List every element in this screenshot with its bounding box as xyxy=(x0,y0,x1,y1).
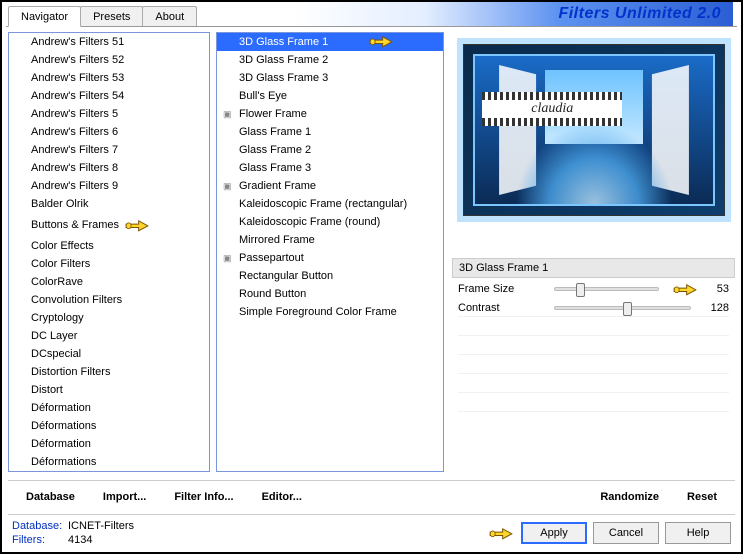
navigator-item[interactable]: DCspecial xyxy=(9,345,209,363)
toolbar-filter-info-button[interactable]: Filter Info... xyxy=(160,485,247,509)
filter-item[interactable]: 3D Glass Frame 3 xyxy=(217,69,443,87)
app-title: Filters Unlimited 2.0 xyxy=(293,2,733,26)
apply-button[interactable]: Apply xyxy=(521,522,587,544)
preview-image xyxy=(457,38,731,222)
filter-item[interactable]: Glass Frame 2 xyxy=(217,141,443,159)
toolbar-reset-button[interactable]: Reset xyxy=(673,485,731,509)
pointer-icon xyxy=(487,523,515,543)
status-filters-label: Filters: xyxy=(12,533,68,547)
navigator-item[interactable]: Déformation xyxy=(9,399,209,417)
tab-presets[interactable]: Presets xyxy=(80,6,143,26)
cancel-button[interactable]: Cancel xyxy=(593,522,659,544)
pointer-icon xyxy=(367,32,395,51)
navigator-item[interactable]: DC Layer xyxy=(9,327,209,345)
navigator-list[interactable]: Andrew's Filters 51Andrew's Filters 52An… xyxy=(8,32,210,472)
pointer-icon xyxy=(123,215,151,235)
filter-item[interactable]: Rectangular Button xyxy=(217,267,443,285)
navigator-item[interactable]: Balder Olrik xyxy=(9,195,209,213)
toolbar-database-button[interactable]: Database xyxy=(12,485,89,509)
navigator-item[interactable]: Déformation xyxy=(9,471,209,472)
navigator-item[interactable]: Andrew's Filters 51 xyxy=(9,33,209,51)
navigator-item[interactable]: Déformation xyxy=(9,435,209,453)
param-label: Contrast xyxy=(458,302,554,314)
navigator-item[interactable]: Déformations xyxy=(9,417,209,435)
navigator-item[interactable]: Color Effects xyxy=(9,237,209,255)
navigator-item[interactable]: Distortion Filters xyxy=(9,363,209,381)
param-label: Frame Size xyxy=(458,283,554,295)
navigator-item[interactable]: Andrew's Filters 6 xyxy=(9,123,209,141)
navigator-item[interactable]: Andrew's Filters 53 xyxy=(9,69,209,87)
toolbar-editor-button[interactable]: Editor... xyxy=(248,485,316,509)
param-value: 128 xyxy=(699,302,729,314)
filter-item[interactable]: Kaleidoscopic Frame (rectangular) xyxy=(217,195,443,213)
filter-item[interactable]: Kaleidoscopic Frame (round) xyxy=(217,213,443,231)
filter-item[interactable]: Simple Foreground Color Frame xyxy=(217,303,443,321)
filter-item[interactable]: 3D Glass Frame 1 xyxy=(217,33,443,51)
navigator-item[interactable]: Andrew's Filters 54 xyxy=(9,87,209,105)
navigator-item[interactable]: Convolution Filters xyxy=(9,291,209,309)
navigator-item[interactable]: Déformations xyxy=(9,453,209,471)
watermark: claudia xyxy=(407,92,698,126)
param-row: Frame Size 53 xyxy=(452,278,735,297)
navigator-item[interactable]: Andrew's Filters 9 xyxy=(9,177,209,195)
status-db-label: Database: xyxy=(12,519,68,533)
filter-item[interactable]: 3D Glass Frame 2 xyxy=(217,51,443,69)
navigator-item[interactable]: Andrew's Filters 52 xyxy=(9,51,209,69)
param-slider[interactable] xyxy=(554,287,659,291)
status-bar: Database:ICNET-Filters Filters:4134 Appl… xyxy=(8,514,735,550)
param-value: 53 xyxy=(699,283,729,295)
filter-item[interactable]: Passepartout xyxy=(217,249,443,267)
bottom-toolbar: DatabaseImport...Filter Info...Editor...… xyxy=(8,480,735,512)
filter-item[interactable]: Mirrored Frame xyxy=(217,231,443,249)
navigator-item[interactable]: Distort xyxy=(9,381,209,399)
pointer-icon xyxy=(671,279,699,299)
navigator-item[interactable]: Color Filters xyxy=(9,255,209,273)
navigator-item[interactable]: Andrew's Filters 7 xyxy=(9,141,209,159)
filter-item[interactable]: Gradient Frame xyxy=(217,177,443,195)
navigator-item[interactable]: Andrew's Filters 8 xyxy=(9,159,209,177)
help-button[interactable]: Help xyxy=(665,522,731,544)
navigator-item[interactable]: Andrew's Filters 5 xyxy=(9,105,209,123)
navigator-item[interactable]: Buttons & Frames xyxy=(9,213,209,237)
status-db-value: ICNET-Filters xyxy=(68,520,134,532)
tab-about[interactable]: About xyxy=(142,6,197,26)
filter-item[interactable]: Round Button xyxy=(217,285,443,303)
param-slider[interactable] xyxy=(554,306,691,310)
param-row: Contrast 128 xyxy=(452,297,735,316)
navigator-item[interactable]: Cryptology xyxy=(9,309,209,327)
navigator-item[interactable]: ColorRave xyxy=(9,273,209,291)
status-filters-value: 4134 xyxy=(68,534,92,546)
current-filter-name: 3D Glass Frame 1 xyxy=(452,258,735,278)
filter-item[interactable]: Glass Frame 3 xyxy=(217,159,443,177)
toolbar-randomize-button[interactable]: Randomize xyxy=(586,485,673,509)
tab-navigator[interactable]: Navigator xyxy=(8,6,81,27)
toolbar-import-button[interactable]: Import... xyxy=(89,485,160,509)
